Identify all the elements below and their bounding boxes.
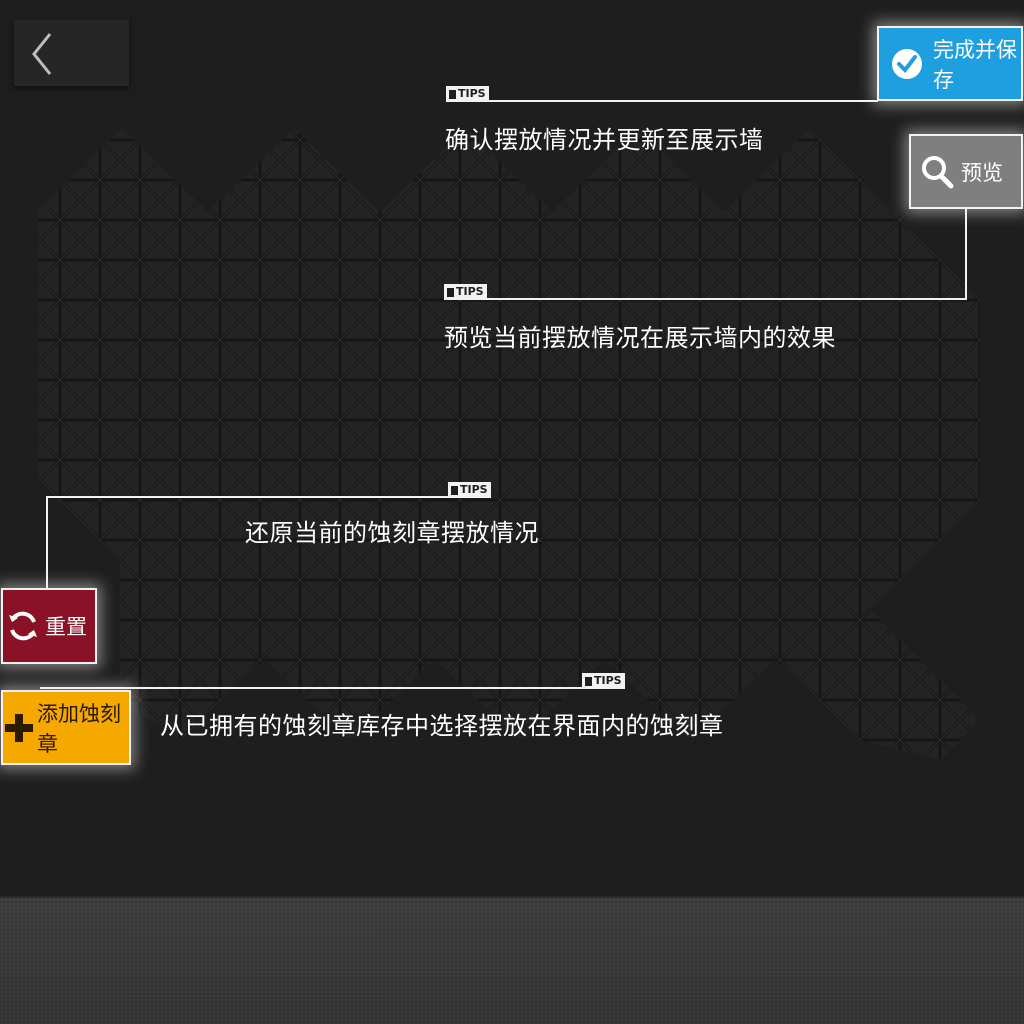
reset-button-label: 重置 [45,615,87,639]
preview-button[interactable]: 预览 [909,134,1023,209]
tip-text-reset: 还原当前的蚀刻章摆放情况 [245,519,539,547]
add-etching-button[interactable]: 添加蚀刻章 [1,690,131,765]
tip-line-reset [46,496,486,498]
tip-line-add [40,687,620,689]
tutorial-overlay-screen: 完成并保存 预览 重置 添加蚀刻章 TIPS 确认摆放情况并更新至展示墙 TIP… [0,0,1024,1024]
tip-text-save: 确认摆放情况并更新至展示墙 [445,126,764,154]
check-circle-icon [892,48,922,79]
tip-text-preview: 预览当前摆放情况在展示墙内的效果 [444,324,836,352]
magnifier-icon [922,155,954,188]
save-button[interactable]: 完成并保存 [877,26,1023,101]
add-button-label: 添加蚀刻章 [37,701,121,756]
plus-icon [5,713,33,742]
tip-line-save [446,100,878,102]
tip-line-preview [444,298,967,300]
back-button[interactable] [14,20,129,86]
bottom-inventory-bar [0,896,1024,1024]
save-button-label: 完成并保存 [933,37,1017,92]
tip-line-reset-vertical [46,496,48,588]
reset-button[interactable]: 重置 [1,588,97,664]
chevron-left-icon [32,33,52,75]
tip-line-preview-vertical [965,208,967,300]
tip-text-add: 从已拥有的蚀刻章库存中选择摆放在界面内的蚀刻章 [160,712,724,740]
preview-button-label: 预览 [961,160,1003,185]
refresh-icon [9,611,37,641]
